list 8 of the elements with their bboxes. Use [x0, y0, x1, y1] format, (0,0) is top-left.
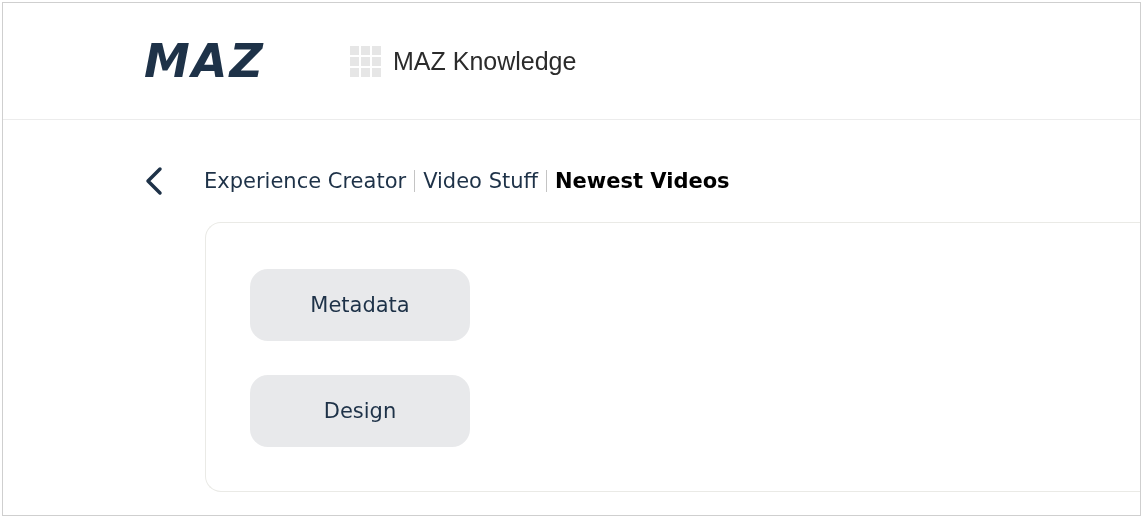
back-icon[interactable]	[144, 166, 164, 196]
breadcrumb-current: Newest Videos	[555, 169, 730, 193]
section-button[interactable]: Design	[250, 375, 470, 447]
breadcrumb-link[interactable]: Video Stuff	[423, 169, 538, 193]
section-button[interactable]: Metadata	[250, 269, 470, 341]
breadcrumb-link[interactable]: Experience Creator	[204, 169, 407, 193]
app-name: MAZ Knowledge	[393, 46, 577, 76]
logo: MAZ	[144, 36, 266, 86]
